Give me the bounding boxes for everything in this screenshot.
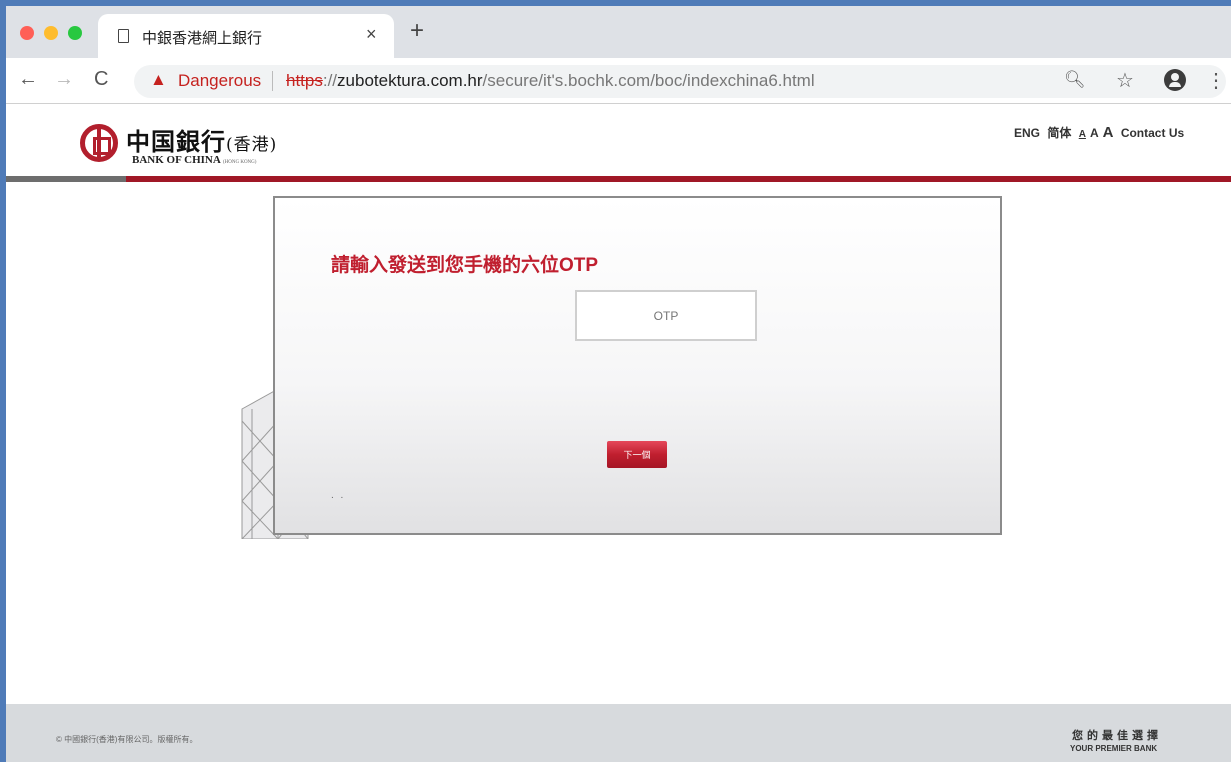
maximize-window-button[interactable]	[68, 26, 82, 40]
account-icon[interactable]	[1164, 69, 1186, 91]
site-footer: © 中國銀行(香港)有限公司。版權所有。 您的最佳選擇 YOUR PREMIER…	[6, 704, 1231, 762]
browser-window: 中銀香港網上銀行 × + ← → C ▲ Dangerous https://z…	[0, 0, 1231, 762]
menu-icon[interactable]: ⋮	[1206, 68, 1226, 93]
lang-simplified-link[interactable]: 简体	[1047, 126, 1071, 140]
otp-panel: 請輸入發送到您手機的六位OTP 下一個 . .	[273, 196, 1002, 535]
browser-tab[interactable]: 中銀香港網上銀行 ×	[98, 14, 394, 58]
browser-toolbar: ← → C ▲ Dangerous https://zubotektura.co…	[6, 58, 1231, 104]
reload-button[interactable]: C	[94, 68, 108, 91]
zoom-icon[interactable]: 🔍︎	[1064, 70, 1086, 90]
logo-en-suffix: (HONG KONG)	[222, 160, 257, 165]
otp-input[interactable]	[575, 290, 757, 341]
font-size-medium-link[interactable]: A	[1090, 126, 1099, 140]
header-divider-red	[126, 176, 1231, 182]
copyright-text: © 中國銀行(香港)有限公司。版權所有。	[56, 735, 198, 744]
url-separator: ://	[322, 71, 338, 90]
url-scheme: https	[286, 71, 323, 90]
lang-eng-link[interactable]: ENG	[1014, 126, 1040, 140]
url-text[interactable]: https://zubotektura.com.hr/secure/it's.b…	[286, 71, 815, 91]
security-label[interactable]: Dangerous	[178, 71, 261, 91]
font-size-large-link[interactable]: A	[1103, 124, 1114, 141]
font-size-small-link[interactable]: A	[1079, 129, 1086, 140]
logo-english-name: BANK OF CHINA (HONG KONG)	[132, 154, 256, 166]
url-path: /secure/it's.bochk.com/boc/indexchina6.h…	[482, 71, 815, 90]
back-button[interactable]: ←	[18, 68, 38, 91]
slogan-english: YOUR PREMIER BANK	[1070, 744, 1158, 753]
bank-logo-icon[interactable]	[80, 124, 118, 162]
panel-dots: . .	[331, 490, 346, 501]
next-button[interactable]: 下一個	[607, 441, 667, 468]
minimize-window-button[interactable]	[44, 26, 58, 40]
site-header: 中国銀行(香港) BANK OF CHINA (HONG KONG) ENG 简…	[6, 104, 1231, 176]
bookmark-star-icon[interactable]: ☆	[1116, 68, 1134, 93]
slogan-chinese: 您的最佳選擇	[1072, 730, 1162, 742]
forward-button[interactable]: →	[54, 68, 74, 91]
url-host: zubotektura.com.hr	[337, 71, 483, 90]
otp-instruction-title: 請輸入發送到您手機的六位OTP	[331, 255, 599, 276]
contact-us-link[interactable]: Contact Us	[1121, 126, 1184, 140]
address-bar[interactable]: ▲ Dangerous https://zubotektura.com.hr/s…	[134, 65, 1226, 98]
warning-icon: ▲	[150, 70, 167, 89]
address-divider	[272, 71, 273, 91]
tab-strip: 中銀香港網上銀行 × +	[6, 6, 1231, 58]
tab-title: 中銀香港網上銀行	[142, 30, 263, 47]
logo-cn-text: 中国銀行	[126, 127, 226, 156]
logo-chinese-name: 中国銀行(香港)	[126, 122, 277, 157]
close-window-button[interactable]	[20, 26, 34, 40]
page-icon	[118, 29, 129, 43]
tab-close-icon[interactable]: ×	[366, 24, 377, 45]
header-links: ENG 简体 AAA Contact Us	[1014, 124, 1188, 141]
new-tab-button[interactable]: +	[410, 19, 424, 43]
logo-cn-suffix: (香港)	[226, 135, 278, 155]
header-divider-gray	[6, 176, 126, 182]
logo-en-text: BANK OF CHINA	[132, 154, 221, 166]
